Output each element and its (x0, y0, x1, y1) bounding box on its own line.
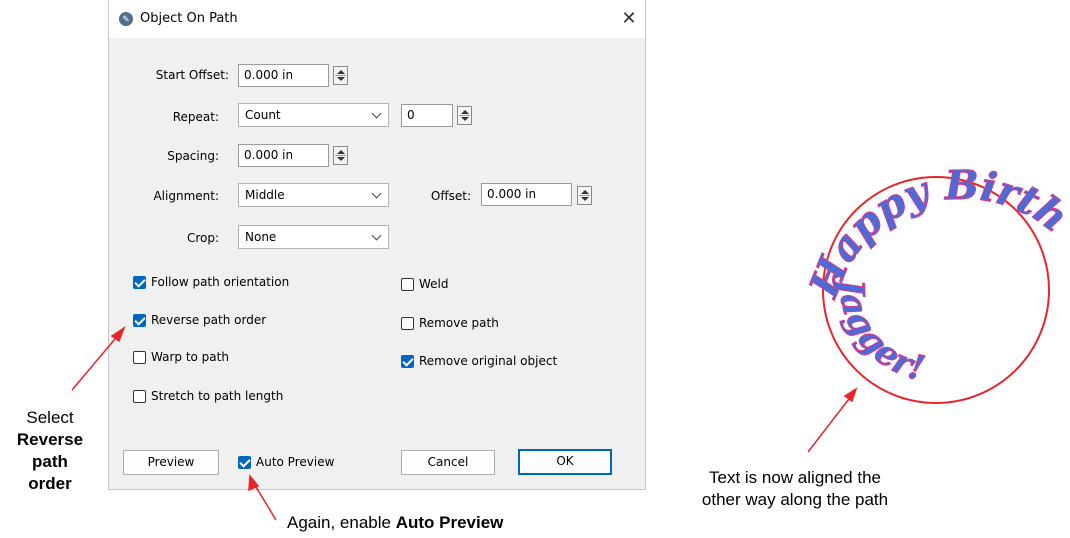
arrow-to-auto-preview (252, 481, 277, 521)
arc-text-jagger: Jagger! (830, 273, 928, 390)
annotation-overlay: Happy Birthday Jagger! (0, 0, 1070, 521)
arrow-to-text (807, 394, 853, 453)
arrowhead-icon (843, 387, 858, 403)
arc-text-happy-birthday: Happy Birthday (0, 0, 1070, 304)
arrowhead-icon (110, 326, 126, 343)
arrow-to-reverse-path-order (71, 332, 121, 391)
